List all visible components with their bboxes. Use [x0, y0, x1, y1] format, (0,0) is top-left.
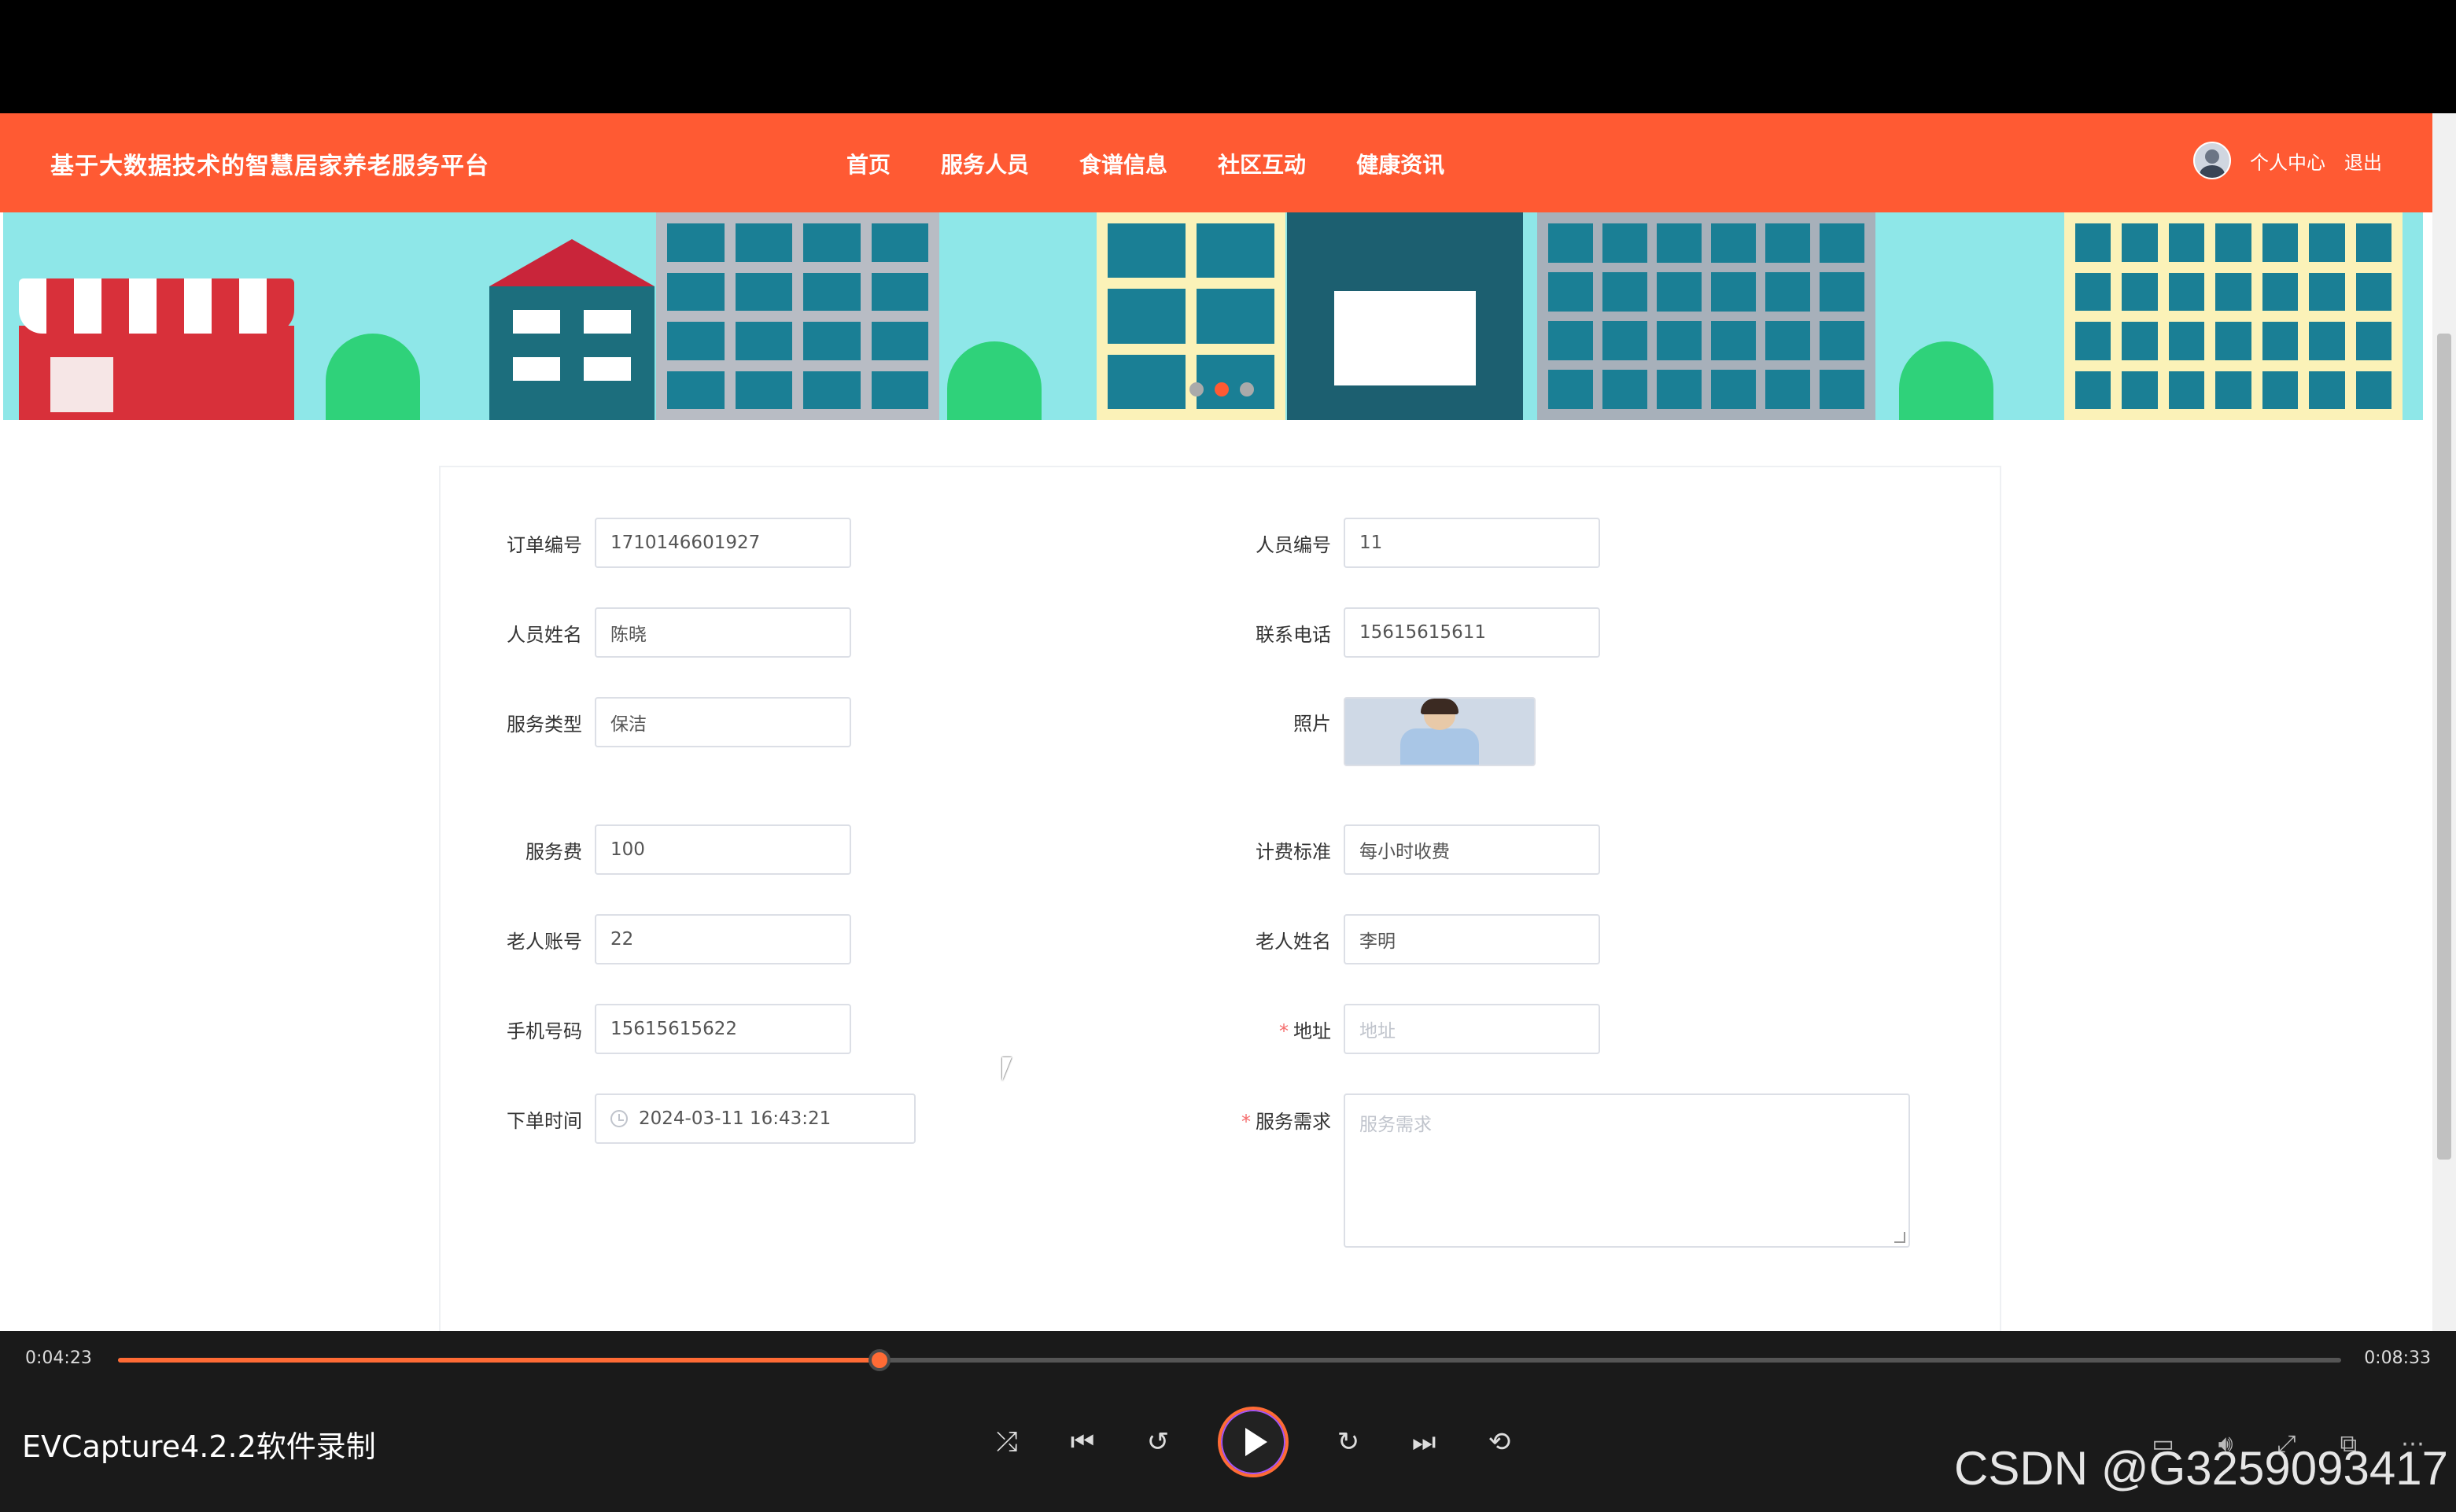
banner-tree [947, 341, 1042, 420]
avatar[interactable] [2193, 142, 2231, 179]
required-mark: * [1241, 1111, 1251, 1133]
field-billing: 计费标准 每小时收费 [1226, 824, 1600, 875]
video-player-bar: 0:04:23 0:08:33 EVCapture4.2.2软件录制 ⤮ ⏮ ↺… [0, 1331, 2456, 1512]
nav-staff[interactable]: 服务人员 [941, 148, 1029, 179]
field-phone: 联系电话 15615615611 [1226, 607, 1600, 658]
order-time-label: 下单时间 [507, 1109, 582, 1132]
scrollbar-thumb[interactable] [2437, 334, 2451, 1160]
logout-link[interactable]: 退出 [2344, 147, 2382, 175]
phone-input[interactable]: 15615615611 [1344, 607, 1600, 658]
staff-photo[interactable] [1344, 697, 1536, 766]
service-type-label: 服务类型 [507, 713, 582, 736]
elder-name-input[interactable]: 李明 [1344, 914, 1600, 964]
user-center-link[interactable]: 个人中心 [2250, 147, 2325, 175]
carousel-dot[interactable] [1189, 382, 1204, 396]
repeat-icon[interactable]: ⟲ [1484, 1426, 1515, 1458]
banner-house [489, 239, 655, 420]
page-scrollbar[interactable] [2432, 113, 2456, 1331]
address-input[interactable]: 地址 [1344, 1004, 1600, 1054]
fee-input[interactable]: 100 [595, 824, 851, 875]
mobile-input[interactable]: 15615615622 [595, 1004, 851, 1054]
requirement-label-text: 服务需求 [1256, 1111, 1331, 1133]
field-fee: 服务费 100 [477, 824, 851, 875]
forward-30-icon[interactable]: ↻ [1333, 1426, 1364, 1458]
order-time-value: 2024-03-11 16:43:21 [639, 1108, 832, 1129]
banner-building-right [2064, 212, 2403, 420]
carousel-dot-active[interactable] [1215, 382, 1229, 396]
nav-recipes[interactable]: 食谱信息 [1079, 148, 1167, 179]
top-navbar: 基于大数据技术的智慧居家养老服务平台 首页 服务人员 食谱信息 社区互动 健康资… [0, 113, 2432, 212]
progress-knob[interactable] [868, 1349, 891, 1371]
nav-home[interactable]: 首页 [846, 148, 891, 179]
main-nav: 首页 服务人员 食谱信息 社区互动 健康资讯 [846, 148, 1444, 179]
current-time: 0:04:23 [25, 1348, 92, 1368]
site-title: 基于大数据技术的智慧居家养老服务平台 [50, 153, 489, 180]
requirement-textarea[interactable]: 服务需求 [1344, 1093, 1910, 1248]
clock-icon [610, 1110, 628, 1127]
top-black-bar [0, 0, 2456, 113]
field-order-no: 订单编号 1710146601927 [477, 518, 851, 568]
browser-viewport: 基于大数据技术的智慧居家养老服务平台 首页 服务人员 食谱信息 社区互动 健康资… [0, 113, 2456, 1331]
service-type-input[interactable]: 保洁 [595, 697, 851, 747]
field-order-time: 下单时间 2024-03-11 16:43:21 [477, 1093, 916, 1144]
recording-title: EVCapture4.2.2软件录制 [22, 1429, 376, 1464]
required-mark: * [1279, 1020, 1289, 1042]
billing-label: 计费标准 [1256, 840, 1331, 863]
play-button[interactable] [1218, 1407, 1289, 1477]
playback-controls: ⤮ ⏮ ↺ ↻ ⏭ ⟲ [991, 1407, 1515, 1477]
order-time-picker[interactable]: 2024-03-11 16:43:21 [595, 1093, 916, 1144]
shuffle-icon[interactable]: ⤮ [991, 1426, 1023, 1458]
order-no-label: 订单编号 [507, 533, 582, 556]
next-icon[interactable]: ⏭ [1408, 1426, 1440, 1458]
address-label-text: 地址 [1293, 1020, 1331, 1042]
elder-account-label: 老人账号 [507, 930, 582, 953]
banner-building-office [1537, 212, 1875, 420]
fee-label: 服务费 [525, 840, 582, 863]
rewind-10-icon[interactable]: ↺ [1142, 1426, 1174, 1458]
user-area: 个人中心 退出 [2193, 142, 2382, 179]
staff-no-input[interactable]: 11 [1344, 518, 1600, 568]
field-service-type: 服务类型 保洁 [477, 697, 851, 747]
banner-carousel [3, 212, 2423, 420]
field-elder-name: 老人姓名 李明 [1226, 914, 1600, 964]
carousel-dots [1189, 382, 1254, 396]
staff-no-label: 人员编号 [1256, 533, 1331, 556]
carousel-dot[interactable] [1240, 382, 1254, 396]
banner-building-teal [1287, 212, 1523, 420]
field-staff-name: 人员姓名 陈晓 [477, 607, 851, 658]
billing-input[interactable]: 每小时收费 [1344, 824, 1600, 875]
mouse-cursor-icon [1002, 1057, 1021, 1081]
total-time: 0:08:33 [2364, 1348, 2431, 1368]
phone-label: 联系电话 [1256, 623, 1331, 646]
field-requirement: * 服务需求 服务需求 [1226, 1093, 1910, 1248]
field-mobile: 手机号码 15615615622 [477, 1004, 851, 1054]
address-label: * 地址 [1226, 1016, 1331, 1043]
photo-person-hair [1421, 699, 1458, 714]
staff-name-label: 人员姓名 [507, 623, 582, 646]
csdn-watermark: CSDN @G3259093417 [1954, 1442, 2448, 1495]
banner-tree [1899, 341, 1993, 420]
banner-tree [326, 334, 420, 420]
previous-icon[interactable]: ⏮ [1067, 1426, 1098, 1458]
progress-fill [118, 1358, 880, 1363]
requirement-label: * 服务需求 [1226, 1106, 1331, 1134]
banner-tower-grey [656, 212, 939, 420]
field-photo: 照片 [1226, 697, 1536, 766]
order-no-input[interactable]: 1710146601927 [595, 518, 851, 568]
photo-person-body [1400, 728, 1479, 765]
field-address: * 地址 地址 [1226, 1004, 1600, 1054]
staff-name-input[interactable]: 陈晓 [595, 607, 851, 658]
field-staff-no: 人员编号 11 [1226, 518, 1600, 568]
elder-account-input[interactable]: 22 [595, 914, 851, 964]
photo-label: 照片 [1293, 713, 1331, 735]
nav-health-news[interactable]: 健康资讯 [1356, 148, 1444, 179]
nav-community[interactable]: 社区互动 [1218, 148, 1306, 179]
progress-bar[interactable] [118, 1349, 2341, 1371]
elder-name-label: 老人姓名 [1256, 930, 1331, 953]
field-elder-account: 老人账号 22 [477, 914, 851, 964]
mobile-label: 手机号码 [507, 1020, 582, 1042]
banner-shop [19, 278, 294, 420]
